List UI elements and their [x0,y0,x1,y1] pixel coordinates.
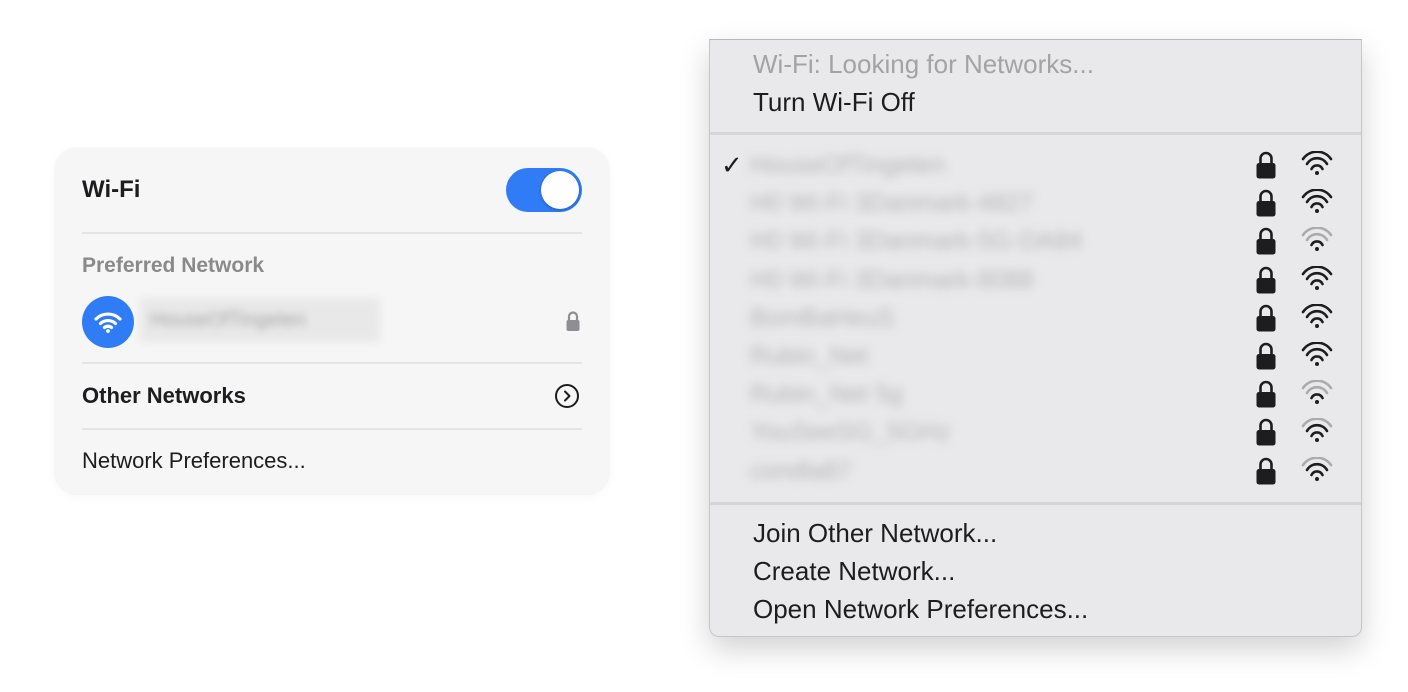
network-name: YouSeeSG_5GHz [750,418,951,447]
lock-icon [1255,265,1277,300]
divider [82,232,582,234]
create-network-item[interactable]: Create Network... [753,556,955,587]
wifi-menu: Wi-Fi: Looking for Networks... Turn Wi-F… [709,39,1362,637]
network-item[interactable]: BomBaHeuS [710,299,1361,337]
preferred-network-label: Preferred Network [82,254,265,277]
lock-icon [1255,456,1277,491]
lock-icon [1255,303,1277,338]
network-item[interactable]: H0 Wi-Fi 3Danmark-8088 [710,261,1361,299]
divider [82,428,582,430]
wifi-icon [1301,455,1333,488]
preferred-network-name: HouseOfTingeten [140,298,380,342]
join-other-network-item[interactable]: Join Other Network... [753,518,997,549]
network-item[interactable]: ✓ HouseOfTingeten [710,146,1361,184]
preferred-network-row[interactable]: HouseOfTingeten [82,294,582,348]
network-name: Rubin_Net [750,342,869,370]
network-name: condla87 [750,456,852,485]
lock-icon [1255,417,1277,452]
chevron-right-circle-icon[interactable] [555,384,579,408]
network-item[interactable]: H0 Wi-Fi 3Danmark-4827 [710,184,1361,222]
network-name: H0 Wi-Fi 3Danmark-5G-DA84 [750,227,1083,256]
network-item[interactable]: Rubin_Net [710,337,1361,375]
network-name: BomBaHeuS [750,303,895,332]
wifi-control-panel: Wi-Fi Preferred Network HouseOfTingeten … [55,148,609,494]
network-item[interactable]: H0 Wi-Fi 3Danmark-5G-DA84 [710,222,1361,260]
menu-separator [710,132,1361,135]
open-network-preferences-item[interactable]: Open Network Preferences... [753,594,1088,625]
network-preferences-link[interactable]: Network Preferences... [82,448,306,474]
network-name: Rubin_Net 5g [750,380,903,409]
network-item[interactable]: condla87 [710,452,1361,490]
wifi-icon [1301,264,1333,297]
divider [82,362,582,364]
lock-icon [1255,150,1277,185]
checkmark-icon: ✓ [721,150,743,180]
toggle-knob [541,171,579,209]
lock-icon [1255,379,1277,414]
other-networks-row[interactable]: Other Networks [82,383,246,409]
lock-icon [1255,188,1277,223]
menu-separator [710,502,1361,505]
wifi-icon [1301,150,1333,182]
lock-icon [1255,341,1277,376]
wifi-icon [1301,379,1333,411]
wifi-toggle[interactable] [506,168,582,212]
wifi-icon [1301,341,1333,373]
wifi-icon [1301,417,1333,449]
turn-wifi-off-item[interactable]: Turn Wi-Fi Off [753,87,915,118]
lock-icon [565,310,581,337]
network-name: HouseOfTingeten [750,151,946,179]
lock-icon [1255,226,1277,261]
network-name: H0 Wi-Fi 3Danmark-4827 [750,189,1034,218]
wifi-icon [1301,226,1333,258]
wifi-icon [82,296,134,348]
network-item[interactable]: YouSeeSG_5GHz [710,413,1361,451]
wifi-icon [1301,303,1333,335]
network-name: H0 Wi-Fi 3Danmark-8088 [750,265,1034,294]
wifi-icon [1301,188,1333,220]
network-item[interactable]: Rubin_Net 5g [710,375,1361,413]
wifi-panel-title: Wi-Fi [82,176,141,203]
wifi-status-label: Wi-Fi: Looking for Networks... [753,49,1094,79]
